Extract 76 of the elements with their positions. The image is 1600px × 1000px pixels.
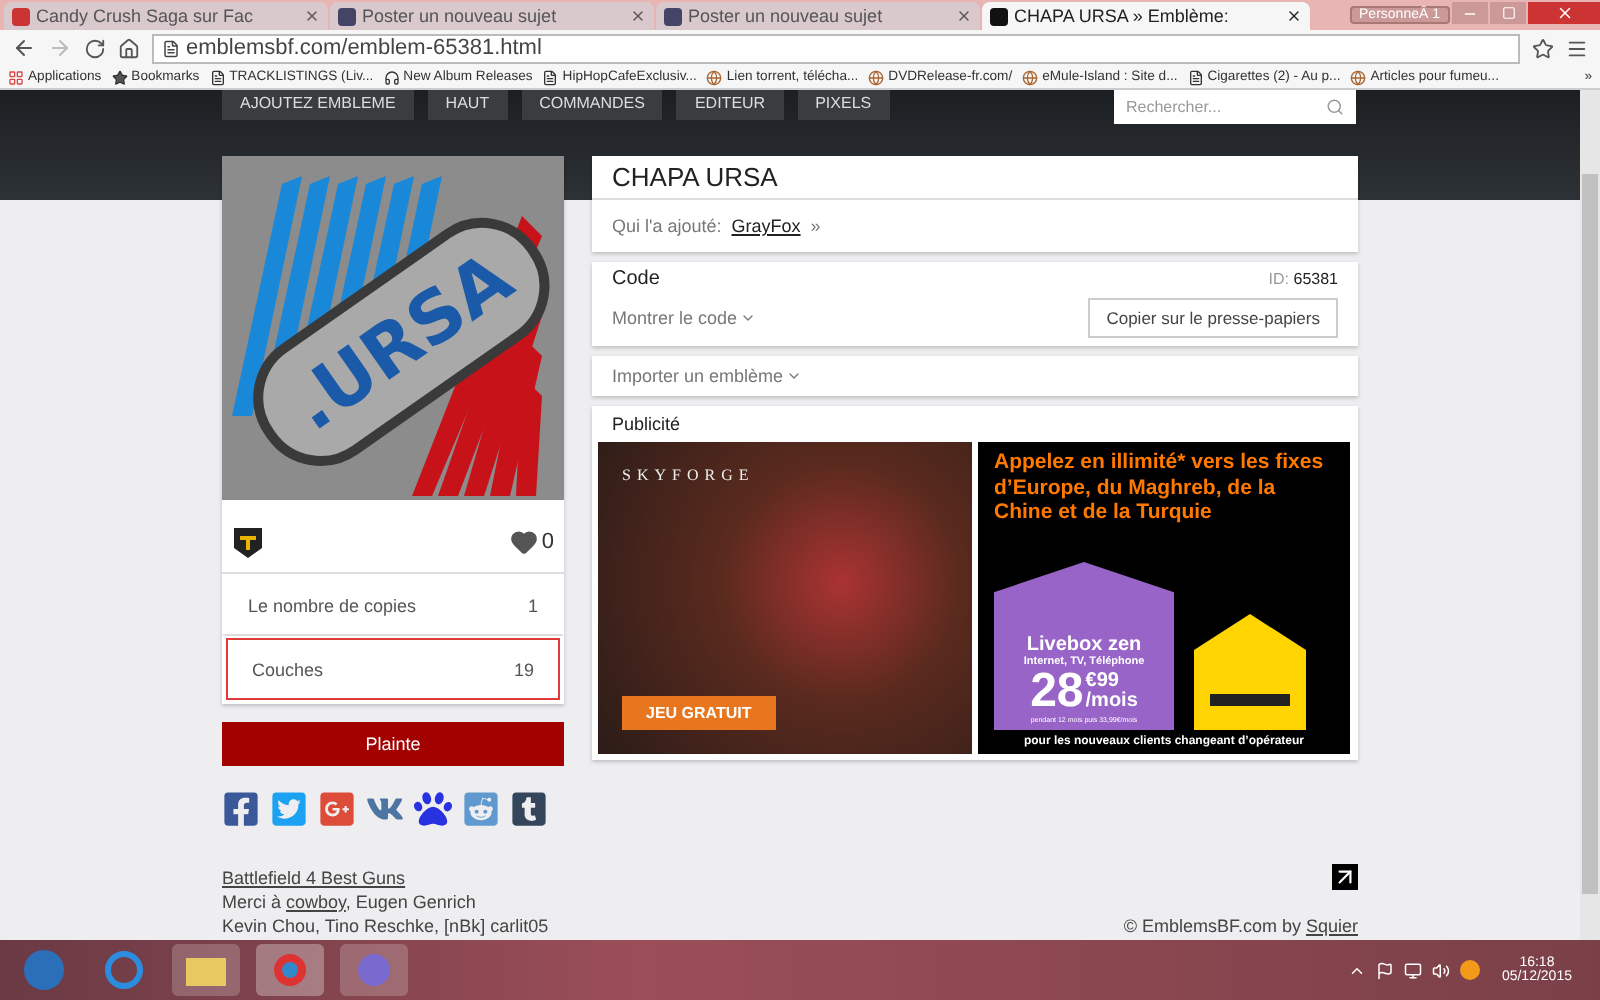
close-button[interactable] bbox=[1528, 2, 1600, 24]
headphones-icon bbox=[383, 69, 400, 85]
reddit-icon[interactable] bbox=[462, 790, 500, 828]
set-top-box-drawing bbox=[1194, 614, 1306, 730]
star-icon bbox=[111, 69, 128, 85]
ad-brand: SKYFORGE bbox=[622, 466, 755, 484]
site-icon bbox=[706, 69, 723, 85]
ads-heading: Publicité bbox=[610, 412, 683, 438]
page-icon bbox=[542, 69, 559, 85]
import-toggle[interactable]: Importer un emblème bbox=[612, 366, 802, 386]
tumblr-icon[interactable] bbox=[510, 790, 548, 828]
stat-row[interactable]: Le nombre de copies 1 bbox=[222, 574, 564, 636]
nav-button[interactable]: PIXELS bbox=[797, 90, 890, 120]
apps-icon bbox=[8, 69, 24, 85]
ad-headline: Appelez en illimité* vers les fixes d’Europe, du Maghreb, de la Chine et de la Turquie bbox=[994, 450, 1326, 526]
emblem-title: CHAPA URSA bbox=[592, 156, 1358, 200]
browser-tab[interactable]: Candy Crush Saga sur Fac bbox=[4, 2, 328, 30]
menu-icon[interactable] bbox=[1566, 37, 1588, 59]
network-icon[interactable] bbox=[1403, 961, 1422, 979]
close-icon bbox=[1555, 4, 1573, 22]
badge-icon bbox=[232, 523, 264, 559]
chevron-down-icon bbox=[785, 368, 802, 384]
page-icon bbox=[209, 69, 226, 85]
ad-cents: €99 bbox=[1085, 672, 1119, 692]
ad-product: Livebox zen bbox=[1026, 634, 1142, 656]
browser-tab[interactable]: Poster un nouveau sujet bbox=[330, 2, 654, 30]
site-icon bbox=[868, 69, 885, 85]
maximize-icon bbox=[1501, 6, 1515, 20]
page-icon bbox=[1187, 69, 1204, 85]
user-link[interactable]: GrayFox bbox=[731, 216, 801, 236]
code-heading: Code bbox=[612, 268, 660, 290]
favicon-icon bbox=[12, 7, 30, 25]
favicon-icon bbox=[664, 7, 682, 25]
facebook-icon[interactable] bbox=[222, 790, 260, 828]
report-button[interactable]: Plainte bbox=[222, 722, 564, 766]
footer-link[interactable]: Battlefield 4 Best Guns bbox=[222, 865, 549, 890]
game-ad[interactable]: SKYFORGE JEU GRATUIT bbox=[598, 442, 972, 754]
nav-button[interactable]: AJOUTEZ EMBLEME bbox=[222, 90, 414, 120]
address-bar[interactable]: emblemsbf.com/emblem-65381.html bbox=[152, 33, 1520, 63]
profile-link-icon[interactable]: » bbox=[810, 216, 821, 236]
folder-icon[interactable] bbox=[172, 944, 240, 996]
favicon-icon bbox=[338, 7, 356, 25]
arrow-icon[interactable] bbox=[1332, 864, 1358, 890]
telecom-ad[interactable] bbox=[978, 442, 1350, 754]
flag-icon[interactable] bbox=[1375, 961, 1394, 979]
volume-icon[interactable] bbox=[1431, 961, 1450, 979]
back-icon[interactable] bbox=[12, 36, 36, 60]
ad-price: 28 bbox=[1030, 668, 1084, 716]
like-count[interactable]: 0 bbox=[509, 527, 554, 555]
browser-tab[interactable]: Poster un nouveau sujet bbox=[656, 2, 980, 30]
tray-app-icon[interactable] bbox=[1459, 960, 1480, 980]
site-icon bbox=[1022, 69, 1039, 85]
stat-row[interactable]: Couches 19 bbox=[226, 638, 560, 700]
paw-icon[interactable] bbox=[414, 790, 452, 828]
site-icon bbox=[1350, 69, 1367, 85]
favicon-icon bbox=[990, 7, 1008, 25]
chevron-down-icon bbox=[739, 310, 756, 326]
ad-per-month: /mois bbox=[1085, 692, 1138, 712]
browser-tab[interactable]: CHAPA URSA » Emblème: bbox=[982, 2, 1310, 30]
copy-button[interactable]: Copier sur le presse-papiers bbox=[1088, 298, 1338, 338]
show-code-toggle[interactable]: Montrer le code bbox=[612, 308, 756, 328]
reload-icon[interactable] bbox=[84, 37, 106, 59]
id-label: ID: 65381 bbox=[1268, 268, 1338, 290]
nav-button[interactable]: HAUT bbox=[427, 90, 508, 120]
credits-text: Merci à cowboy, Eugen Genrich bbox=[222, 889, 478, 914]
credits-text: Kevin Chou, Tino Reschke, [nBk] carlit05 bbox=[222, 914, 549, 939]
home-icon[interactable] bbox=[118, 37, 140, 59]
search-icon bbox=[1326, 98, 1344, 116]
star-icon[interactable] bbox=[1532, 37, 1554, 59]
added-by-label: Qui l'a ajouté: bbox=[612, 216, 722, 236]
google-plus-icon[interactable] bbox=[318, 790, 356, 828]
copyright-text: © EmblemsBF.com by Squier bbox=[1123, 914, 1358, 939]
nav-button[interactable]: COMMANDES bbox=[521, 90, 663, 120]
nav-button[interactable]: EDITEUR bbox=[676, 90, 784, 120]
twitter-icon[interactable] bbox=[270, 790, 308, 828]
close-icon[interactable] bbox=[1286, 8, 1302, 24]
